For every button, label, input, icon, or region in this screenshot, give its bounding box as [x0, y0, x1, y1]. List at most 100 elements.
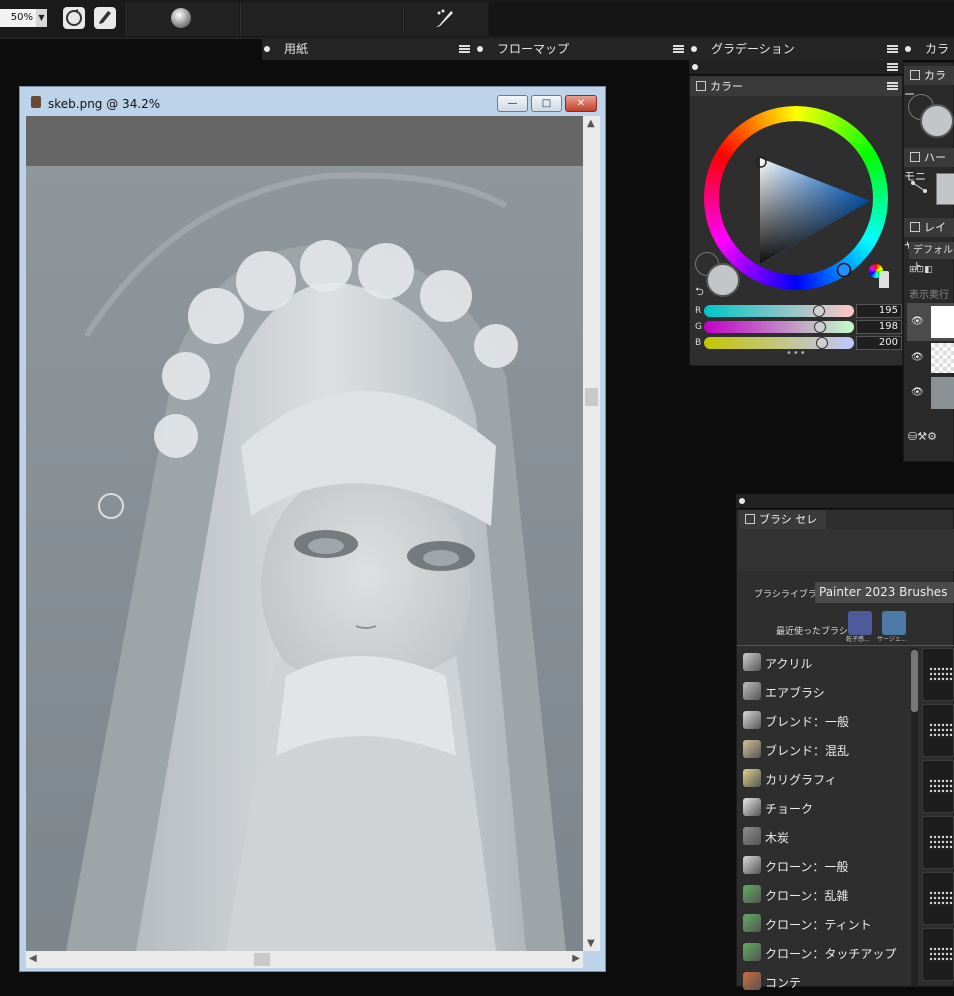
brush-variant-thumbnail[interactable]	[922, 760, 954, 813]
brush-list-scrollbar[interactable]	[911, 648, 918, 987]
b-slider[interactable]	[704, 337, 854, 349]
brush-category-item[interactable]: コンテ	[739, 967, 909, 996]
brush-category-label: コンテ	[765, 976, 802, 990]
tab-flow-map[interactable]: フローマップ	[497, 38, 569, 60]
recent-brush-1[interactable]	[848, 611, 872, 635]
visibility-eye-icon[interactable]: 👁	[911, 316, 924, 327]
brush-selector-icon[interactable]	[433, 8, 455, 33]
brush-library-dropdown[interactable]: Painter 2023 Brushes	[815, 582, 954, 603]
tab-color-sets[interactable]: カラー...	[925, 38, 954, 78]
tab-menu-icon[interactable]	[887, 45, 898, 53]
scroll-right-icon[interactable]: ▶	[572, 953, 580, 964]
b-slider-knob[interactable]	[815, 337, 828, 349]
brush-category-item[interactable]: アクリル	[739, 648, 909, 677]
brush-list-scroll-thumb[interactable]	[911, 650, 918, 712]
r-slider[interactable]	[704, 305, 854, 317]
scroll-down-icon[interactable]: ▼	[587, 938, 595, 949]
brush-variant-thumbnail[interactable]	[922, 928, 954, 981]
r-slider-knob[interactable]	[812, 305, 825, 317]
harmony-link-icon[interactable]	[910, 180, 928, 194]
close-panel-icon[interactable]	[745, 514, 755, 524]
brush-category-item[interactable]: クローン：乱雑	[739, 880, 909, 909]
brush-variant-thumbnail[interactable]	[922, 816, 954, 869]
texture-ball-icon[interactable]	[171, 8, 191, 28]
visibility-eye-icon[interactable]: 👁	[911, 387, 924, 398]
close-panel-icon[interactable]	[910, 70, 920, 80]
brush-category-label: アクリル	[765, 657, 813, 671]
brush-tool-button[interactable]	[94, 7, 116, 29]
zoom-field[interactable]: 50%	[0, 9, 36, 27]
brush-selector-tab[interactable]: ブラシ セレクタ	[739, 510, 826, 545]
panel-grip-icon[interactable]	[739, 498, 745, 504]
brush-category-item[interactable]: ブレンド：一般	[739, 706, 909, 735]
scroll-left-icon[interactable]: ◀	[29, 953, 37, 964]
brush-category-label: クローン：ティント	[765, 918, 872, 932]
palette-grip-icon[interactable]	[264, 46, 270, 52]
layer-row[interactable]: 👁	[907, 341, 954, 375]
brush-category-item[interactable]: ブレンド：混乱	[739, 735, 909, 764]
brush-variant-thumbnail[interactable]	[922, 648, 954, 701]
layer-row[interactable]: 👁	[907, 375, 954, 411]
right-main-swatch[interactable]	[920, 104, 954, 138]
tab-gradient[interactable]: グラデーション	[711, 38, 795, 60]
g-slider-knob[interactable]	[814, 321, 827, 333]
g-slider[interactable]	[704, 321, 854, 333]
brush-category-item[interactable]: クローン：一般	[739, 851, 909, 880]
palette-grip-icon[interactable]	[691, 46, 697, 52]
brush-category-item[interactable]: エアブラシ	[739, 677, 909, 706]
palette-grip-icon[interactable]	[905, 46, 911, 52]
color-panel-menu-icon[interactable]	[887, 82, 898, 90]
panel-more-icon[interactable]: •••	[786, 348, 807, 359]
brush-category-item[interactable]: クローン：タッチアップ	[739, 938, 909, 967]
brush-category-label: クローン：乱雑	[765, 889, 849, 903]
panel-menu-icon[interactable]	[887, 63, 898, 71]
recent-brush-2[interactable]	[882, 611, 906, 635]
harmony-swatch[interactable]	[936, 173, 954, 205]
close-panel-icon[interactable]	[910, 222, 920, 232]
close-button[interactable]: ✕	[565, 95, 597, 112]
stamp-icon[interactable]	[879, 271, 889, 288]
brush-variant-thumbnail[interactable]	[922, 872, 954, 925]
canvas-viewport[interactable]	[26, 116, 583, 951]
scroll-up-icon[interactable]: ▲	[587, 118, 595, 129]
brush-category-item[interactable]: チョーク	[739, 793, 909, 822]
tab-paper[interactable]: 用紙	[284, 38, 308, 60]
main-color-swatch[interactable]	[706, 263, 740, 297]
vertical-scrollbar[interactable]: ▲ ▼	[583, 116, 600, 951]
b-value-field[interactable]: 200	[856, 336, 902, 350]
b-label: B	[695, 338, 702, 348]
tab-menu-icon[interactable]	[459, 45, 470, 53]
visibility-eye-icon[interactable]: 👁	[911, 352, 924, 363]
brush-category-item[interactable]: カリグラフィ	[739, 764, 909, 793]
panel-grip-icon[interactable]	[692, 64, 698, 70]
tab-menu-icon[interactable]	[673, 45, 684, 53]
artwork-canvas[interactable]	[26, 116, 583, 951]
brush-category-item[interactable]: クローン：ティント	[739, 909, 909, 938]
layer-tool-icons[interactable]: ⊞⊡◧	[909, 265, 954, 277]
color-panel-grip[interactable]	[689, 60, 903, 74]
minimize-button[interactable]: —	[497, 95, 528, 112]
saturation-triangle[interactable]	[704, 106, 888, 290]
layer-actions-icons[interactable]: ⛁⚒⚙	[908, 430, 954, 444]
close-panel-icon[interactable]	[910, 152, 920, 162]
hue-handle[interactable]	[836, 262, 852, 278]
brush-divider	[737, 645, 954, 646]
maximize-button[interactable]: □	[531, 95, 562, 112]
brush-category-item[interactable]: 木炭	[739, 822, 909, 851]
brush-category-icon	[743, 711, 761, 729]
g-value-field[interactable]: 198	[856, 320, 902, 334]
layer-row-selected[interactable]: 👁	[907, 303, 954, 341]
r-value-field[interactable]: 195	[856, 304, 902, 318]
zoom-dropdown-icon[interactable]: ▼	[36, 9, 47, 27]
brush-panel-grip[interactable]	[736, 494, 954, 508]
horizontal-scroll-thumb[interactable]	[254, 953, 270, 966]
palette-grip-icon[interactable]	[477, 46, 483, 52]
layer-blend-mode[interactable]: デフォルト	[909, 242, 954, 273]
rotate-canvas-button[interactable]	[63, 7, 85, 29]
brush-variant-thumbnail[interactable]	[922, 704, 954, 757]
horizontal-scrollbar[interactable]: ◀ ▶	[26, 951, 583, 968]
brush-category-icon	[743, 827, 761, 845]
close-panel-icon[interactable]	[696, 81, 706, 91]
vertical-scroll-thumb[interactable]	[585, 388, 598, 406]
swap-colors-icon[interactable]: ⮌	[695, 283, 704, 302]
